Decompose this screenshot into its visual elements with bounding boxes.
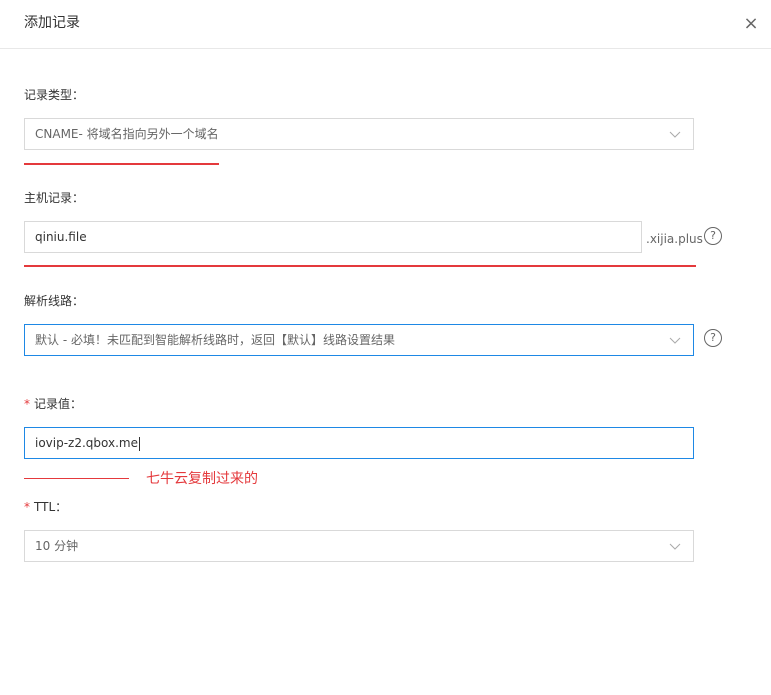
record-type-select[interactable]: CNAME- 将域名指向另外一个域名 [24,118,694,150]
ttl-value: 10 分钟 [35,539,79,553]
record-value-label: * 记录值： [24,396,82,412]
domain-suffix: .xijia.plus [646,232,703,246]
ttl-select[interactable]: 10 分钟 [24,530,694,562]
annotation-text: 七牛云复制过来的 [146,471,258,487]
text-cursor [139,436,141,451]
ttl-label: * TTL： [24,499,67,515]
chevron-down-icon [669,531,681,561]
record-type-label: 记录类型： [24,88,85,102]
annotation-underline [24,265,696,267]
host-record-value: qiniu.file [35,230,87,244]
annotation-underline [24,163,219,165]
close-icon[interactable]: × [741,14,761,34]
help-icon[interactable]: ? [704,227,722,245]
record-value-text: iovip-z2.qbox.me [35,436,139,450]
resolution-line-select[interactable]: 默认 - 必填！未匹配到智能解析线路时，返回【默认】线路设置结果 [24,324,694,356]
required-mark: * [24,397,30,411]
chevron-down-icon [669,325,681,355]
annotation-line [24,478,129,479]
record-value-input[interactable]: iovip-z2.qbox.me [24,427,694,459]
record-value-label-text: 记录值： [34,397,83,411]
help-icon[interactable]: ? [704,329,722,347]
chevron-down-icon [669,119,681,149]
host-record-input[interactable]: qiniu.file [24,221,642,253]
required-mark: * [24,500,30,514]
record-type-value: CNAME- 将域名指向另外一个域名 [35,127,219,141]
dialog-header [0,0,771,49]
host-record-label: 主机记录： [24,191,85,205]
ttl-label-text: TTL： [34,500,68,514]
dialog-title: 添加记录 [24,15,80,31]
resolution-line-value: 默认 - 必填！未匹配到智能解析线路时，返回【默认】线路设置结果 [35,333,395,347]
resolution-line-label: 解析线路： [24,294,85,308]
